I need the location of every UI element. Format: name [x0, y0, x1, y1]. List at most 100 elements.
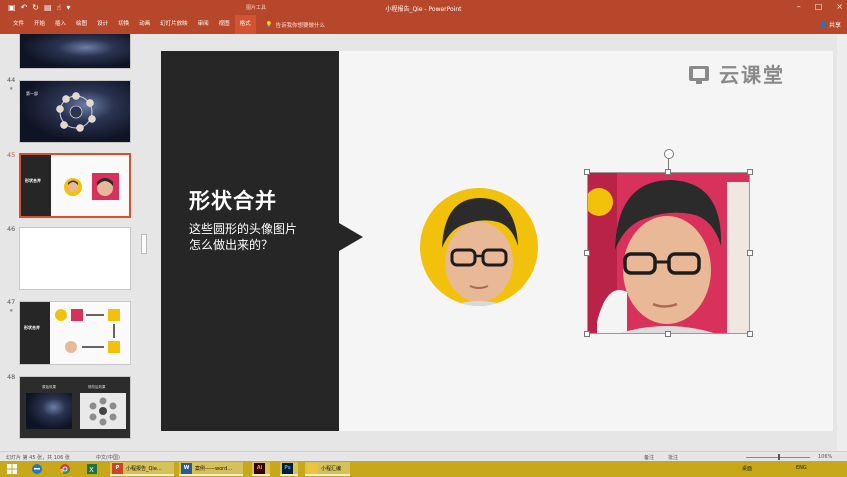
logo-text: 云课堂: [719, 63, 785, 87]
resize-handle-se[interactable]: [747, 331, 753, 337]
edge-browser-icon[interactable]: [31, 463, 43, 475]
window-controls: – □ ×: [797, 2, 843, 11]
close-button[interactable]: ×: [836, 2, 843, 11]
desktop-label[interactable]: 桌面: [742, 465, 752, 472]
thumbnail-title: 形状合并: [25, 178, 41, 183]
slide-thumbnail-46[interactable]: [19, 227, 131, 290]
thumbnail-square-photo: [92, 173, 119, 200]
merge-steps-graphic: [55, 309, 120, 353]
thumbnail-number: 48: [7, 373, 16, 381]
animation-star-icon: ★: [9, 86, 14, 92]
taskbar-app-0[interactable]: P 小程报告_Qie...: [110, 462, 174, 476]
thumbnail-label: 修改后效果: [88, 385, 106, 389]
resize-handle-n[interactable]: [665, 169, 671, 175]
ribbon-tab-list: 文件 开始 插入 绘图 设计 切换 动画 幻灯片放映 审阅 视图 格式: [0, 15, 256, 34]
slide-thumbnail-45[interactable]: 形状合并: [19, 153, 131, 218]
resize-handle-s[interactable]: [665, 331, 671, 337]
slide-thumbnail-47[interactable]: 形状合并: [19, 301, 131, 365]
slide-thumbnail-48[interactable]: 原始效果 修改后效果: [19, 376, 131, 439]
ribbon-tab-7[interactable]: 幻灯片放映: [155, 15, 193, 34]
status-bar: 幻灯片 第 45 张，共 106 张 中文(中国) 备注 批注 106%: [0, 451, 847, 461]
subtitle-line-1: 这些圆形的头像图片: [189, 222, 298, 236]
thumbnail-dark-panel: [21, 155, 51, 216]
rotate-handle-icon[interactable]: [664, 149, 674, 159]
slide-counter: 幻灯片 第 45 张，共 106 张: [6, 455, 70, 461]
tell-me-text: 告诉我你想要做什么: [275, 22, 326, 29]
share-button[interactable]: 👤 共享: [820, 20, 842, 29]
thumbnail-galaxy-image: [26, 393, 72, 429]
thumbnail-circle-photo: [64, 178, 82, 196]
zoom-slider-knob[interactable]: [778, 454, 780, 460]
person-icon: 👤: [819, 21, 827, 28]
selection-frame: [587, 172, 750, 334]
thumbnail-label: 原始效果: [42, 385, 56, 389]
windows-start-icon[interactable]: [6, 463, 18, 475]
slide-subtitle[interactable]: 这些圆形的头像图片 怎么做出来的？: [189, 221, 297, 253]
panel-arrow: [339, 223, 363, 251]
maximize-button[interactable]: □: [815, 2, 823, 11]
notes-button[interactable]: 备注: [644, 454, 654, 461]
taskbar-app-label: 小程汇编: [321, 466, 342, 472]
ribbon-tab-2[interactable]: 插入: [50, 15, 71, 34]
comments-button[interactable]: 批注: [668, 454, 678, 461]
ribbon-tab-6[interactable]: 动画: [134, 15, 155, 34]
powerpoint-icon: P: [112, 463, 123, 474]
zoom-level[interactable]: 106%: [818, 454, 832, 460]
thumbnail-number: 47: [7, 298, 16, 306]
windows-taskbar: X P 小程报告_Qie... W 案例——word... Ai Ps 小程汇编 桌面 EN…: [0, 461, 847, 477]
ribbon-tab-10[interactable]: 格式: [234, 15, 256, 34]
window-title: 小程报告_Qie - PowerPoint: [385, 6, 462, 13]
slide-title[interactable]: 形状合并: [189, 185, 277, 215]
subtitle-line-2: 怎么做出来的？: [189, 238, 274, 252]
ribbon-tab-3[interactable]: 绘图: [71, 15, 92, 34]
slide-thumbnail-panel[interactable]: 44 ★ 第一部 45 形状合并 46 47 ★ 形状合并 48 原始效果 修改…: [0, 34, 147, 451]
title-bar: ▣ ↶ ↻ ▤ ☝ ▾ 图片工具 小程报告_Qie - PowerPoint –…: [0, 0, 847, 15]
slide-vertical-scrollbar[interactable]: [837, 34, 847, 451]
taskbar-app-2[interactable]: Ai: [252, 462, 270, 476]
input-language[interactable]: ENG: [796, 465, 807, 471]
resize-handle-e[interactable]: [747, 250, 753, 256]
chrome-icon[interactable]: [59, 463, 71, 475]
ribbon-tab-9[interactable]: 视图: [214, 15, 235, 34]
animation-star-icon: ★: [9, 308, 14, 314]
taskbar-app-label: 小程报告_Qie...: [126, 466, 162, 472]
lightbulb-icon: 💡: [265, 21, 273, 28]
ribbon-tab-1[interactable]: 开始: [29, 15, 50, 34]
tell-me-box[interactable]: 💡 告诉我你想要做什么: [266, 21, 325, 29]
ribbon-tabs: 文件 开始 插入 绘图 设计 切换 动画 幻灯片放映 审阅 视图 格式 💡 告诉我你想要做什么 👤 …: [0, 15, 847, 34]
cloud-classroom-logo-icon: [689, 65, 709, 84]
ribbon-tab-5[interactable]: 切换: [113, 15, 134, 34]
portrait-circle-graphic: [442, 198, 518, 306]
photoshop-icon: Ps: [282, 463, 293, 474]
taskbar-app-1[interactable]: W 案例——word...: [179, 462, 243, 476]
slide-editing-area: 形状合并 这些圆形的头像图片 怎么做出来的？ 云课堂: [147, 34, 847, 451]
thumbnail-avatar-grid: [80, 393, 126, 429]
resize-handle-w[interactable]: [584, 250, 590, 256]
slide-thumbnail-43[interactable]: [19, 34, 131, 69]
svg-text:X: X: [89, 466, 94, 474]
taskbar-app-label: 案例——word...: [195, 466, 233, 472]
illustrator-icon: Ai: [254, 463, 265, 474]
minimize-button[interactable]: –: [797, 2, 801, 11]
circle-avatar-image[interactable]: [420, 188, 538, 306]
language-indicator[interactable]: 中文(中国): [96, 454, 120, 461]
excel-icon[interactable]: X: [86, 463, 98, 475]
slide-thumbnail-44[interactable]: 第一部: [19, 80, 131, 143]
share-label: 共享: [828, 22, 841, 29]
logo: 云课堂: [687, 59, 785, 88]
ribbon-tab-0[interactable]: 文件: [8, 15, 29, 34]
resize-handle-nw[interactable]: [584, 169, 590, 175]
thumbnail-number: 46: [7, 225, 16, 233]
resize-handle-sw[interactable]: [584, 331, 590, 337]
thumbnail-number: 45: [7, 151, 16, 159]
current-slide[interactable]: 形状合并 这些圆形的头像图片 怎么做出来的？ 云课堂: [161, 51, 833, 431]
ribbon-tab-4[interactable]: 设计: [92, 15, 113, 34]
folder-icon: [307, 463, 318, 474]
thumbnail-label: 第一部: [26, 91, 38, 96]
ribbon-tab-8[interactable]: 审阅: [193, 15, 214, 34]
taskbar-app-3[interactable]: Ps: [280, 462, 298, 476]
resize-handle-ne[interactable]: [747, 169, 753, 175]
thumbnail-number: 44: [7, 76, 16, 84]
word-icon: W: [181, 463, 192, 474]
taskbar-app-4[interactable]: 小程汇编: [305, 462, 350, 476]
